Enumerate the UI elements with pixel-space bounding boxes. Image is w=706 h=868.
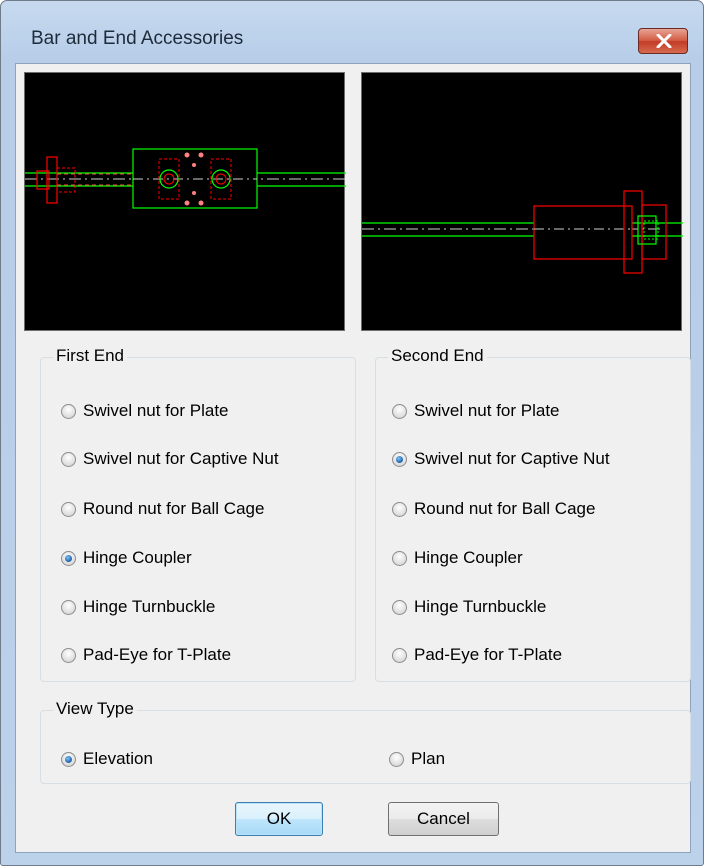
option-label: Pad-Eye for T-Plate <box>83 645 232 664</box>
first-end-group: First End Swivel nut for Plate Swivel nu… <box>40 346 356 682</box>
radio-icon[interactable] <box>61 501 76 517</box>
view-type-option-elevation[interactable]: Elevation <box>61 746 153 772</box>
cancel-button[interactable]: Cancel <box>388 802 499 836</box>
window-title: Bar and End Accessories <box>31 28 244 49</box>
option-label: Pad-Eye for T-Plate <box>414 645 563 664</box>
option-label: Round nut for Ball Cage <box>83 499 265 518</box>
option-label: Swivel nut for Captive Nut <box>414 449 610 468</box>
view-type-option-plan[interactable]: Plan <box>389 746 445 772</box>
first-end-legend: First End <box>53 346 128 366</box>
first-end-option-swivel-plate[interactable]: Swivel nut for Plate <box>61 398 229 424</box>
radio-icon[interactable] <box>392 451 407 467</box>
option-label: Hinge Turnbuckle <box>83 597 216 616</box>
first-end-option-hinge-turnbuckle[interactable]: Hinge Turnbuckle <box>61 594 215 620</box>
second-end-option-swivel-plate[interactable]: Swivel nut for Plate <box>392 398 560 424</box>
second-end-option-hinge-turnbuckle[interactable]: Hinge Turnbuckle <box>392 594 546 620</box>
title-bar[interactable]: Bar and End Accessories <box>1 1 703 63</box>
second-end-option-round-nut-ball-cage[interactable]: Round nut for Ball Cage <box>392 496 595 522</box>
radio-icon[interactable] <box>389 751 404 767</box>
first-end-option-round-nut-ball-cage[interactable]: Round nut for Ball Cage <box>61 496 264 522</box>
second-end-option-swivel-captive-nut[interactable]: Swivel nut for Captive Nut <box>392 446 610 472</box>
first-end-option-pad-eye[interactable]: Pad-Eye for T-Plate <box>61 642 231 668</box>
radio-icon[interactable] <box>61 550 76 566</box>
option-label: Swivel nut for Plate <box>414 401 560 420</box>
radio-icon[interactable] <box>61 403 76 419</box>
option-label: Swivel nut for Plate <box>83 401 229 420</box>
second-end-legend: Second End <box>388 346 487 366</box>
option-label: Hinge Coupler <box>83 548 192 567</box>
dialog-window: Bar and End Accessories First End Swivel… <box>0 0 704 866</box>
option-label: Plan <box>411 749 446 768</box>
first-end-preview <box>24 72 346 331</box>
option-label: Hinge Turnbuckle <box>414 597 547 616</box>
radio-icon[interactable] <box>61 451 76 467</box>
second-end-option-pad-eye[interactable]: Pad-Eye for T-Plate <box>392 642 562 668</box>
option-label: Hinge Coupler <box>414 548 523 567</box>
second-end-preview <box>361 72 683 331</box>
radio-icon[interactable] <box>392 550 407 566</box>
radio-icon[interactable] <box>392 403 407 419</box>
ok-button[interactable]: OK <box>235 802 323 836</box>
second-end-option-hinge-coupler[interactable]: Hinge Coupler <box>392 545 523 571</box>
radio-icon[interactable] <box>392 647 407 663</box>
radio-icon[interactable] <box>61 599 76 615</box>
view-type-legend: View Type <box>53 699 137 719</box>
option-label: Elevation <box>83 749 153 768</box>
radio-icon[interactable] <box>61 647 76 663</box>
dialog-client-area: First End Swivel nut for Plate Swivel nu… <box>15 63 691 853</box>
radio-icon[interactable] <box>392 501 407 517</box>
first-end-option-hinge-coupler[interactable]: Hinge Coupler <box>61 545 192 571</box>
view-type-group: View Type Elevation Plan <box>40 699 691 784</box>
close-button[interactable] <box>638 28 688 54</box>
radio-icon[interactable] <box>61 751 76 767</box>
radio-icon[interactable] <box>392 599 407 615</box>
option-label: Swivel nut for Captive Nut <box>83 449 279 468</box>
second-end-group: Second End Swivel nut for Plate Swivel n… <box>375 346 691 682</box>
close-icon <box>656 34 672 48</box>
option-label: Round nut for Ball Cage <box>414 499 596 518</box>
first-end-option-swivel-captive-nut[interactable]: Swivel nut for Captive Nut <box>61 446 279 472</box>
